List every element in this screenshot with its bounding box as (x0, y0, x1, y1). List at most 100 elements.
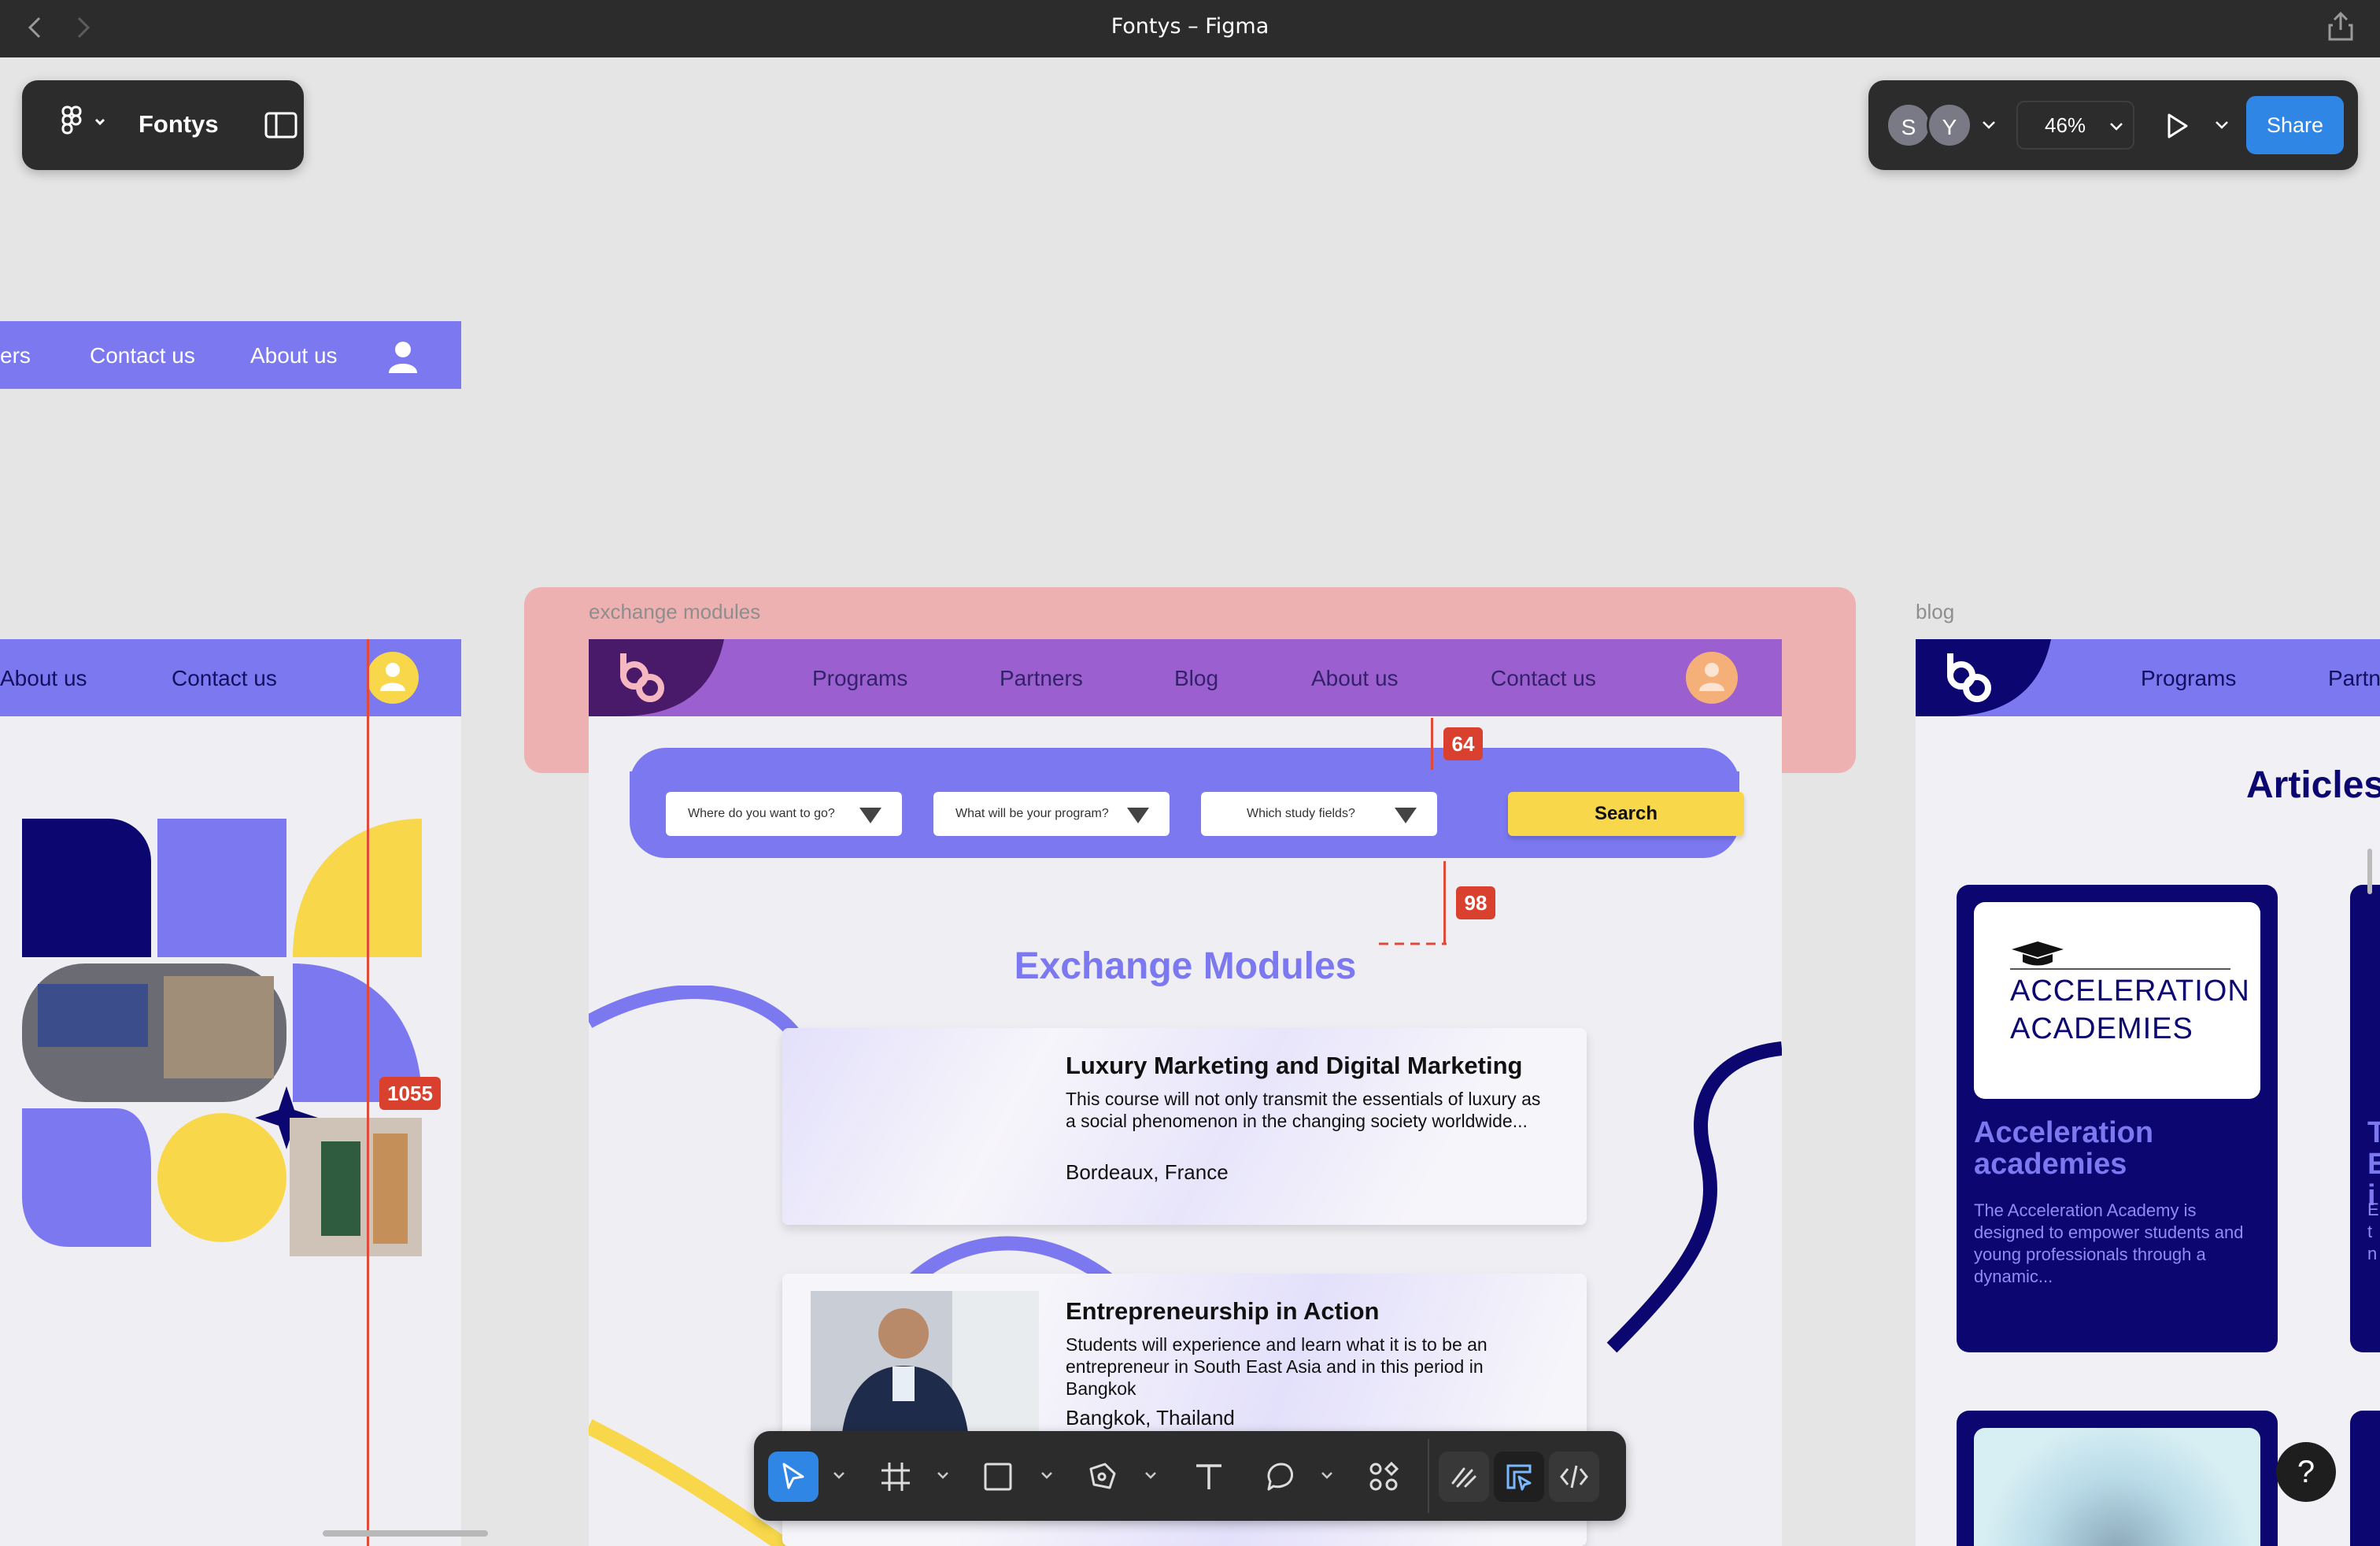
nav-link: Partn (2328, 666, 2380, 690)
pen-tool[interactable] (1077, 1452, 1127, 1502)
actions-icon (1369, 1461, 1399, 1491)
card-title: Entrepreneurship in Action (1066, 1297, 1380, 1325)
draw-mode-toggle[interactable] (1439, 1452, 1489, 1502)
program-dropdown[interactable]: What will be your program? (933, 792, 1170, 836)
nav-link: About us (1311, 666, 1399, 690)
help-button[interactable]: ? (2276, 1442, 2336, 1502)
nav-link: About us (0, 666, 87, 690)
destination-dropdown[interactable]: Where do you want to go? (666, 792, 902, 836)
article-desc-fragment: E (2367, 1200, 2379, 1219)
search-button[interactable]: Search (1508, 792, 1744, 836)
dropdown-arrow-icon (1395, 808, 1417, 823)
article-desc-fragment: n (2367, 1244, 2378, 1263)
spacing-guide (1431, 718, 1433, 770)
chevron-down-icon[interactable] (1321, 1470, 1333, 1481)
chevron-down-icon[interactable] (833, 1470, 845, 1481)
study-field-dropdown[interactable]: Which study fields? (1201, 792, 1437, 836)
dev-mode-toggle[interactable] (1549, 1452, 1599, 1502)
frame-label[interactable]: blog (1916, 600, 1954, 624)
draw-mode-icon (1451, 1467, 1476, 1488)
nav-link: Partners (1000, 666, 1083, 690)
chevron-down-icon[interactable] (1144, 1470, 1157, 1481)
brand-logo-block (1916, 639, 2051, 716)
chevron-down-icon (2110, 123, 2123, 131)
share-button[interactable]: Share (2246, 96, 2344, 154)
actions-tool[interactable] (1358, 1452, 1409, 1502)
graduation-cap-icon (2012, 941, 2064, 966)
avatar[interactable]: S (1886, 102, 1931, 148)
move-tool-icon (782, 1463, 804, 1489)
zoom-dropdown[interactable]: 46% (2016, 101, 2134, 150)
article-card-partial[interactable] (2350, 1411, 2380, 1546)
measure-guide (367, 639, 369, 1546)
article-card-partial[interactable]: T E i E t n (2350, 885, 2380, 1352)
chevron-down-icon[interactable] (1982, 120, 1996, 131)
nav-link: Contact us (90, 343, 195, 368)
dropdown-arrow-icon (859, 808, 881, 823)
chevron-down-icon[interactable] (2215, 120, 2229, 131)
card-location: Bordeaux, France (1066, 1160, 1229, 1184)
card-description: This course will not only transmit the e… (1066, 1089, 1541, 1131)
article-image (1974, 1428, 2260, 1546)
nav-link: Contact us (172, 666, 277, 690)
spacing-badge: 64 (1443, 727, 1483, 760)
rectangle-tool-icon (984, 1463, 1012, 1491)
vertical-scrollbar[interactable] (2367, 849, 2372, 894)
share-export-icon[interactable] (2323, 9, 2358, 44)
nav-link: About us (250, 343, 338, 368)
spacing-dashed-line (1379, 942, 1447, 945)
card-location: Bangkok, Thailand (1066, 1406, 1235, 1429)
left-frame-navbar: About us Contact us (0, 639, 461, 716)
module-card[interactable]: Luxury Marketing and Digital Marketing T… (782, 1028, 1587, 1225)
play-icon[interactable] (2161, 110, 2193, 142)
card-image (811, 1291, 1039, 1433)
article-card[interactable] (1957, 1411, 2278, 1546)
blog-navbar: Programs Partn (1916, 639, 2380, 716)
avatar (1686, 652, 1738, 704)
figma-logo-icon[interactable] (54, 102, 116, 150)
blog-heading: Articles (2246, 764, 2380, 806)
destination-dropdown-label: Where do you want to go? (688, 807, 835, 820)
horizontal-scrollbar[interactable] (323, 1530, 488, 1537)
dev-mode-icon (1560, 1465, 1588, 1489)
zoom-value: 46% (2045, 113, 2086, 137)
comment-tool[interactable] (1255, 1452, 1305, 1502)
logo-text: ACCELERATION (2010, 975, 2250, 1008)
chevron-down-icon[interactable] (937, 1470, 949, 1481)
avatar (367, 652, 419, 704)
brand-logo-block (589, 639, 724, 716)
text-tool[interactable] (1184, 1452, 1234, 1502)
spacing-badge: 98 (1456, 886, 1495, 919)
article-title: Acceleration (1974, 1116, 2154, 1149)
text-tool-icon (1196, 1464, 1221, 1489)
move-tool[interactable] (768, 1452, 819, 1502)
project-name[interactable]: Fontys (139, 80, 219, 170)
page-title: Exchange Modules (1014, 945, 1357, 987)
article-card[interactable]: ACCELERATION ACADEMIES Acceleration acad… (1957, 885, 2278, 1352)
program-dropdown-label: What will be your program? (955, 807, 1109, 820)
frame-tool[interactable] (870, 1452, 921, 1502)
dropdown-arrow-icon (1127, 808, 1149, 823)
exchange-modules-frame[interactable]: Programs Partners Blog About us Contact … (589, 639, 1782, 1546)
rectangle-tool[interactable] (973, 1452, 1023, 1502)
chevron-down-icon[interactable] (1040, 1470, 1053, 1481)
left-frame[interactable]: About us Contact us 1055 (0, 639, 461, 1546)
blog-frame[interactable]: Programs Partn Articles ACCELERATION ACA… (1916, 639, 2380, 1546)
user-icon (389, 342, 417, 373)
nav-link: Contact us (1491, 666, 1596, 690)
frame-tool-icon (881, 1463, 910, 1491)
window-title: Fontys – Figma (1111, 14, 1269, 39)
nav-link: Programs (2141, 666, 2237, 690)
nav-link: ers (0, 343, 31, 368)
article-desc-fragment: t (2367, 1222, 2373, 1241)
collab-panel: S Y 46% Share (1868, 80, 2358, 170)
logo-divider (2010, 968, 2230, 970)
design-mode-toggle[interactable] (1494, 1452, 1544, 1502)
frame-label[interactable]: exchange modules (589, 600, 760, 624)
sidebar-toggle-icon[interactable] (264, 111, 298, 139)
shapes-collage (22, 819, 422, 1256)
avatar[interactable]: Y (1927, 102, 1972, 148)
article-description: The Acceleration Academy is designed to … (1974, 1200, 2244, 1286)
frame-navbar-top[interactable]: ers Contact us About us (0, 321, 461, 389)
nav-link: Blog (1174, 666, 1219, 690)
